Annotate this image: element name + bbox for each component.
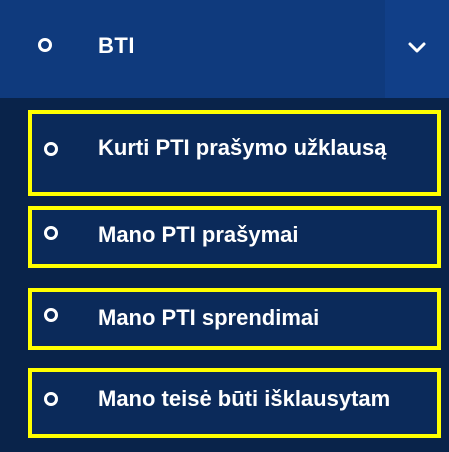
circle-outline-icon <box>44 142 58 156</box>
circle-outline-icon <box>44 308 58 322</box>
submenu-item-my-decisions[interactable]: Mano PTI sprendimai <box>28 288 441 350</box>
expand-toggle-button[interactable] <box>385 0 449 98</box>
submenu-item-label: Mano teisė būti išklausytam <box>98 386 391 411</box>
circle-outline-icon <box>38 38 52 52</box>
menu-header-bti[interactable]: BTI <box>0 0 449 98</box>
circle-outline-icon <box>44 226 58 240</box>
submenu-item-label: Mano PTI sprendimai <box>98 305 320 330</box>
submenu-item-create-request[interactable]: Kurti PTI prašymo užklausą <box>28 110 441 196</box>
navigation-menu: BTI Kurti PTI prašymo užklausą Mano PTI … <box>0 0 449 452</box>
submenu-item-label: Kurti PTI prašymo užklausą <box>98 135 387 160</box>
submenu-item-my-requests[interactable]: Mano PTI prašymai <box>28 206 441 268</box>
menu-header-label: BTI <box>98 33 135 58</box>
submenu: Kurti PTI prašymo užklausą Mano PTI praš… <box>0 98 449 452</box>
submenu-item-right-to-be-heard[interactable]: Mano teisė būti išklausytam <box>28 368 441 438</box>
submenu-item-label: Mano PTI prašymai <box>98 222 299 247</box>
chevron-down-icon <box>408 42 426 53</box>
circle-outline-icon <box>44 392 58 406</box>
